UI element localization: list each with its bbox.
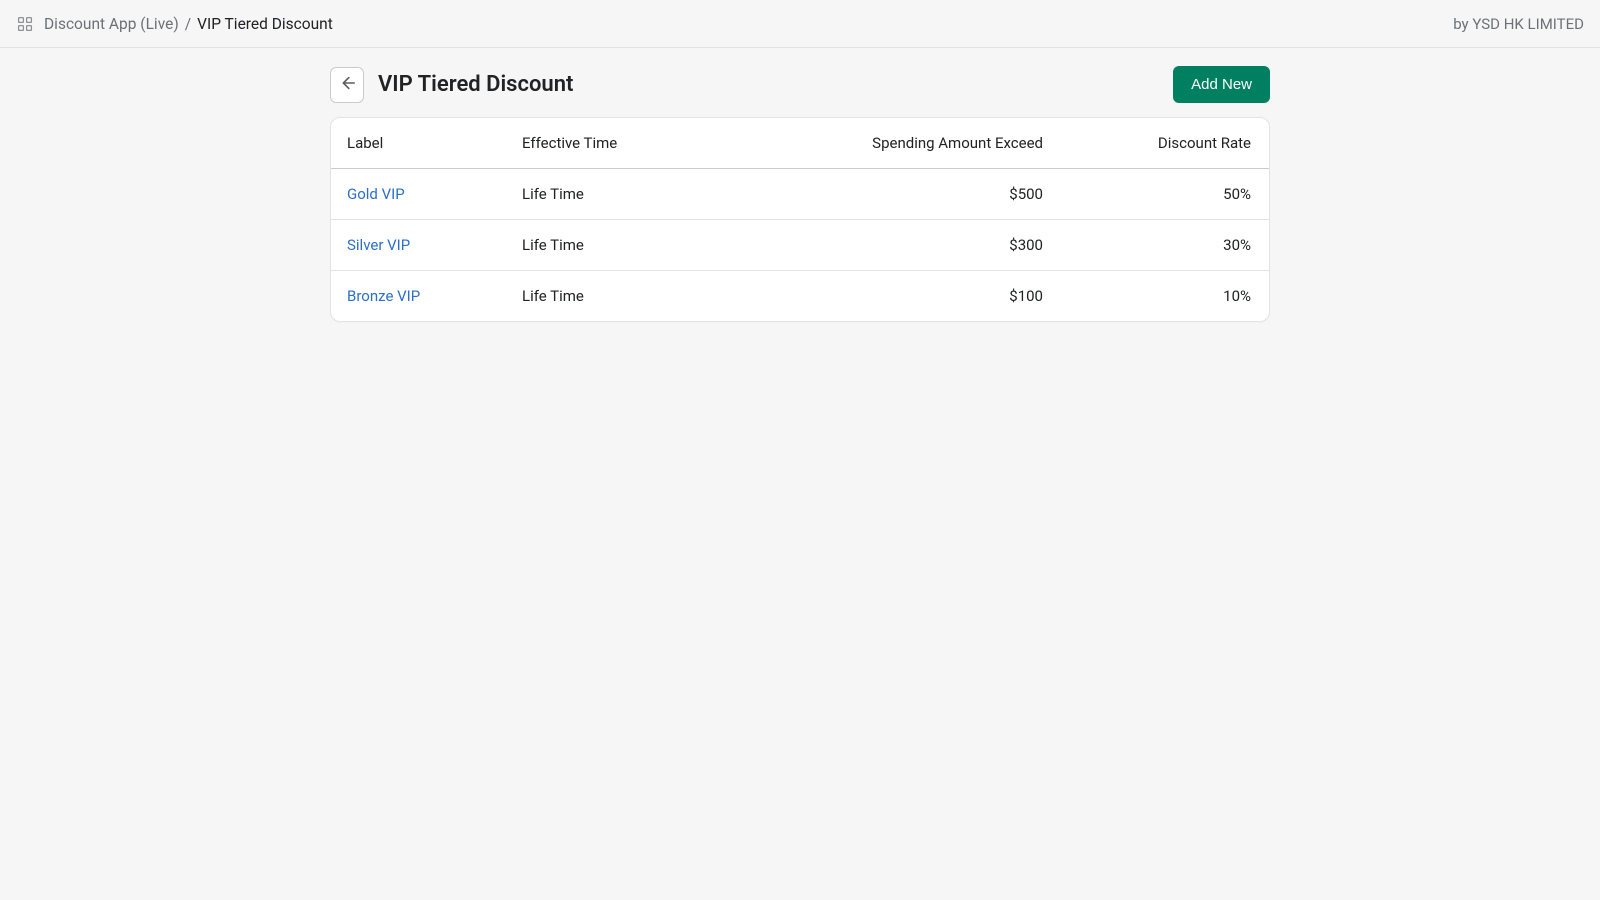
table-row: Silver VIP Life Time $300 30% (331, 220, 1269, 271)
arrow-left-icon (338, 74, 356, 95)
cell-effective-time: Life Time (506, 220, 826, 271)
tier-table: Label Effective Time Spending Amount Exc… (331, 118, 1269, 321)
page-header-left: VIP Tiered Discount (330, 67, 573, 103)
table-header-row: Label Effective Time Spending Amount Exc… (331, 118, 1269, 169)
vendor-prefix: by (1453, 15, 1472, 33)
breadcrumb-separator: / (185, 15, 191, 33)
tier-link[interactable]: Gold VIP (347, 185, 405, 203)
cell-spending: $500 (826, 169, 1059, 220)
page-container: VIP Tiered Discount Add New Label Effect… (330, 66, 1270, 322)
col-header-label: Label (331, 118, 506, 169)
col-header-discount-rate: Discount Rate (1059, 118, 1269, 169)
vendor-name: YSD HK LIMITED (1472, 15, 1584, 33)
cell-discount-rate: 10% (1059, 271, 1269, 322)
vendor-attribution: by YSD HK LIMITED (1453, 15, 1584, 33)
col-header-effective-time: Effective Time (506, 118, 826, 169)
cell-spending: $100 (826, 271, 1059, 322)
table-row: Bronze VIP Life Time $100 10% (331, 271, 1269, 322)
tier-table-card: Label Effective Time Spending Amount Exc… (330, 117, 1270, 322)
breadcrumb-current: VIP Tiered Discount (197, 15, 333, 33)
col-header-spending: Spending Amount Exceed (826, 118, 1059, 169)
tier-link[interactable]: Silver VIP (347, 236, 410, 254)
page-header: VIP Tiered Discount Add New (330, 66, 1270, 103)
cell-discount-rate: 30% (1059, 220, 1269, 271)
top-bar: Discount App (Live) / VIP Tiered Discoun… (0, 0, 1600, 48)
add-new-button[interactable]: Add New (1173, 66, 1270, 103)
table-row: Gold VIP Life Time $500 50% (331, 169, 1269, 220)
app-icon (16, 15, 34, 33)
cell-effective-time: Life Time (506, 271, 826, 322)
breadcrumb: Discount App (Live) / VIP Tiered Discoun… (44, 15, 333, 33)
cell-effective-time: Life Time (506, 169, 826, 220)
breadcrumb-root[interactable]: Discount App (Live) (44, 15, 179, 33)
back-button[interactable] (330, 67, 364, 103)
cell-discount-rate: 50% (1059, 169, 1269, 220)
top-bar-left: Discount App (Live) / VIP Tiered Discoun… (16, 15, 333, 33)
tier-link[interactable]: Bronze VIP (347, 287, 420, 305)
cell-spending: $300 (826, 220, 1059, 271)
page-title: VIP Tiered Discount (378, 72, 573, 97)
